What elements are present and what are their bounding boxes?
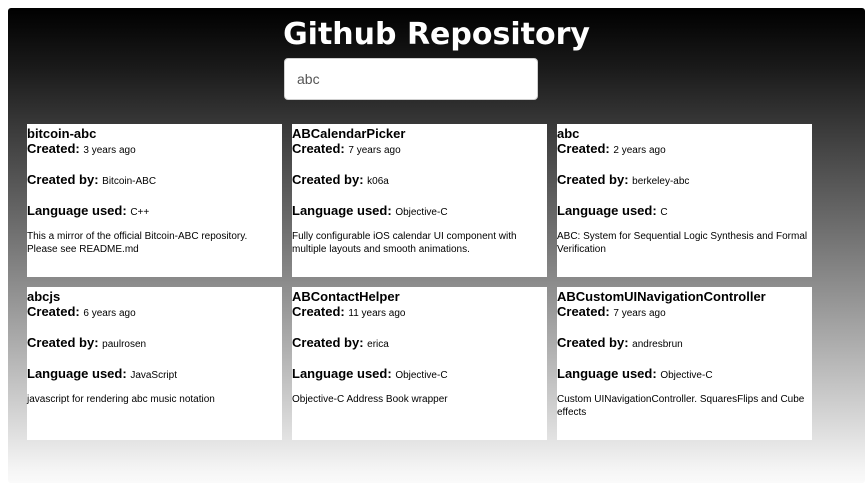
repo-description: This a mirror of the official Bitcoin-AB… (27, 231, 248, 255)
created-label: Created: (557, 141, 610, 156)
repo-card[interactable]: bitcoin-abc Created: 3 years ago Created… (27, 124, 282, 277)
created-by-row: Created by: berkeley-abc (557, 172, 812, 189)
created-by-label: Created by: (557, 335, 629, 350)
created-label: Created: (557, 304, 610, 319)
repo-card[interactable]: abc Created: 2 years ago Created by: ber… (557, 124, 812, 277)
language-row: Language used: Objective-C (292, 366, 547, 383)
repo-description: ABC: System for Sequential Logic Synthes… (557, 231, 808, 255)
created-by-row: Created by: Bitcoin-ABC (27, 172, 282, 189)
created-label: Created: (27, 304, 80, 319)
repo-description: Objective-C Address Book wrapper (292, 394, 448, 405)
repo-card[interactable]: ABContactHelper Created: 11 years ago Cr… (292, 287, 547, 440)
created-row: Created: 6 years ago (27, 304, 282, 321)
created-by-label: Created by: (292, 172, 364, 187)
language-row: Language used: Objective-C (557, 366, 812, 383)
created-by-value: paulrosen (102, 339, 147, 350)
language-value: Objective-C (660, 370, 713, 381)
created-by-row: Created by: k06a (292, 172, 547, 189)
created-row: Created: 7 years ago (557, 304, 812, 321)
created-row: Created: 11 years ago (292, 304, 547, 321)
created-value: 2 years ago (613, 145, 666, 156)
repo-card[interactable]: abcjs Created: 6 years ago Created by: p… (27, 287, 282, 440)
repo-card[interactable]: ABCustomUINavigationController Created: … (557, 287, 812, 440)
created-by-value: erica (367, 339, 389, 350)
language-row: Language used: C (557, 203, 812, 220)
created-value: 3 years ago (83, 145, 136, 156)
created-label: Created: (292, 304, 345, 319)
repo-name: ABCustomUINavigationController (557, 289, 766, 304)
repo-name: ABContactHelper (292, 289, 400, 304)
created-value: 11 years ago (348, 308, 406, 319)
search-input[interactable] (284, 58, 538, 100)
created-value: 7 years ago (348, 145, 401, 156)
repo-description: Fully configurable iOS calendar UI compo… (292, 231, 517, 255)
repo-name: abc (557, 126, 580, 141)
created-label: Created: (292, 141, 345, 156)
created-value: 6 years ago (83, 308, 136, 319)
language-label: Language used: (557, 366, 657, 381)
created-by-row: Created by: paulrosen (27, 335, 282, 352)
repo-description: Custom UINavigationController. SquaresFl… (557, 394, 805, 418)
created-by-row: Created by: andresbrun (557, 335, 812, 352)
created-by-value: Bitcoin-ABC (102, 176, 157, 187)
language-label: Language used: (27, 203, 127, 218)
created-row: Created: 3 years ago (27, 141, 282, 158)
repo-grid: bitcoin-abc Created: 3 years ago Created… (27, 124, 812, 440)
created-by-label: Created by: (27, 335, 99, 350)
created-by-row: Created by: erica (292, 335, 547, 352)
language-label: Language used: (292, 203, 392, 218)
page-title: Github Repository (283, 17, 590, 52)
language-label: Language used: (27, 366, 127, 381)
language-row: Language used: Objective-C (292, 203, 547, 220)
created-row: Created: 2 years ago (557, 141, 812, 158)
repo-name: abcjs (27, 289, 61, 304)
language-row: Language used: JavaScript (27, 366, 282, 383)
page: Github Repository bitcoin-abc Created: 3… (8, 8, 865, 483)
language-label: Language used: (557, 203, 657, 218)
created-row: Created: 7 years ago (292, 141, 547, 158)
language-label: Language used: (292, 366, 392, 381)
repo-name: bitcoin-abc (27, 126, 97, 141)
created-by-label: Created by: (557, 172, 629, 187)
created-by-value: k06a (367, 176, 389, 187)
language-value: Objective-C (395, 370, 448, 381)
language-value: C (660, 207, 668, 218)
repo-card[interactable]: ABCalendarPicker Created: 7 years ago Cr… (292, 124, 547, 277)
language-value: C++ (130, 207, 150, 218)
repo-description: javascript for rendering abc music notat… (27, 394, 215, 405)
created-value: 7 years ago (613, 308, 666, 319)
created-by-value: berkeley-abc (632, 176, 690, 187)
created-by-label: Created by: (27, 172, 99, 187)
language-value: Objective-C (395, 207, 448, 218)
created-label: Created: (27, 141, 80, 156)
language-row: Language used: C++ (27, 203, 282, 220)
created-by-value: andresbrun (632, 339, 683, 350)
created-by-label: Created by: (292, 335, 364, 350)
repo-name: ABCalendarPicker (292, 126, 406, 141)
language-value: JavaScript (130, 370, 177, 381)
